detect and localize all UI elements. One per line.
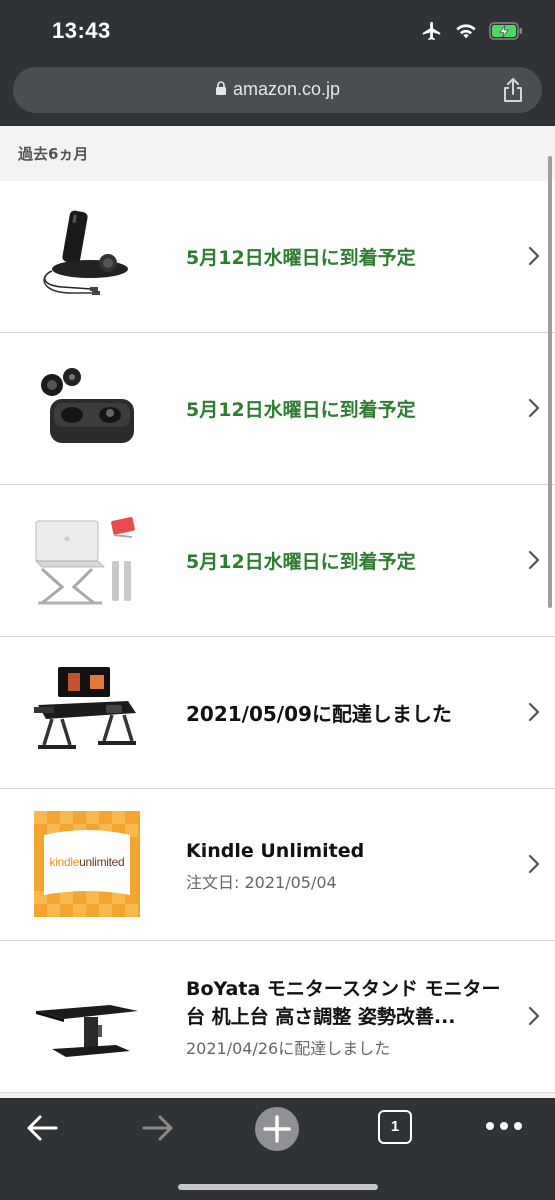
chevron-right-icon xyxy=(527,1005,541,1031)
delivery-status: 5月12日水曜日に到着予定 xyxy=(186,247,416,269)
order-row[interactable]: 5月12日水曜日に到着予定 xyxy=(0,485,555,637)
order-list: 5月12日水曜日に到着予定 5月12日水曜日に到着予定 5月12日水曜日に到着予… xyxy=(0,181,555,1093)
kindle-unlimited-logo: kindleunlimited xyxy=(34,811,140,917)
airplane-mode-icon xyxy=(421,20,443,46)
share-icon[interactable] xyxy=(502,77,524,107)
bed-table-image xyxy=(32,661,142,765)
address-bar[interactable]: amazon.co.jp xyxy=(13,67,542,113)
chevron-right-icon xyxy=(527,245,541,271)
forward-arrow-icon[interactable] xyxy=(138,1108,178,1152)
order-date: 注文日: 2021/05/04 xyxy=(186,872,337,892)
delivery-status: 2021/05/09に配達しました xyxy=(186,702,452,726)
status-time: 13:43 xyxy=(52,18,111,43)
chevron-right-icon xyxy=(527,549,541,575)
wireless-charger-image xyxy=(32,205,142,309)
chevron-right-icon xyxy=(527,701,541,727)
status-icons xyxy=(421,20,523,46)
browser-address-area: amazon.co.jp xyxy=(0,62,555,126)
wifi-icon xyxy=(455,22,477,44)
tab-count: 1 xyxy=(390,1118,400,1135)
back-arrow-icon[interactable] xyxy=(22,1108,62,1152)
scrollbar[interactable] xyxy=(548,156,552,608)
section-header: 過去6ヵ月 xyxy=(0,126,555,181)
unlimited-logo-text: unlimited xyxy=(79,855,125,869)
home-indicator xyxy=(178,1184,378,1190)
delivery-status: 2021/04/26に配達しました xyxy=(186,1038,391,1058)
lock-icon xyxy=(215,80,227,101)
delivery-status: 5月12日水曜日に到着予定 xyxy=(186,551,416,573)
order-row[interactable]: 5月12日水曜日に到着予定 xyxy=(0,181,555,333)
new-tab-plus-icon[interactable] xyxy=(254,1106,300,1156)
chevron-right-icon xyxy=(527,397,541,423)
battery-charging-icon xyxy=(489,22,523,44)
kindle-logo-text: kindle xyxy=(49,855,80,869)
monitor-stand-image xyxy=(32,965,142,1069)
section-title: 過去6ヵ月 xyxy=(18,145,89,163)
order-row[interactable]: 5月12日水曜日に到着予定 xyxy=(0,333,555,485)
order-title: Kindle Unlimited xyxy=(186,839,365,862)
delivery-status: 5月12日水曜日に到着予定 xyxy=(186,399,416,421)
order-row[interactable]: BoYata モニタースタンド モニター台 机上台 高さ調整 姿勢改善... 2… xyxy=(0,941,555,1093)
more-menu-icon[interactable] xyxy=(484,1116,524,1140)
order-row[interactable]: kindleunlimited Kindle Unlimited 注文日: 20… xyxy=(0,789,555,941)
url-text: amazon.co.jp xyxy=(232,79,341,99)
laptop-stand-image xyxy=(32,509,142,613)
chevron-right-icon xyxy=(527,853,541,879)
order-title: BoYata モニタースタンド モニター台 机上台 高さ調整 姿勢改善... xyxy=(186,977,501,1028)
status-bar: 13:43 xyxy=(0,0,555,62)
order-row[interactable]: 2021/05/09に配達しました xyxy=(0,637,555,789)
earbuds-image xyxy=(32,357,142,461)
tab-switcher-icon[interactable]: 1 xyxy=(378,1110,412,1144)
